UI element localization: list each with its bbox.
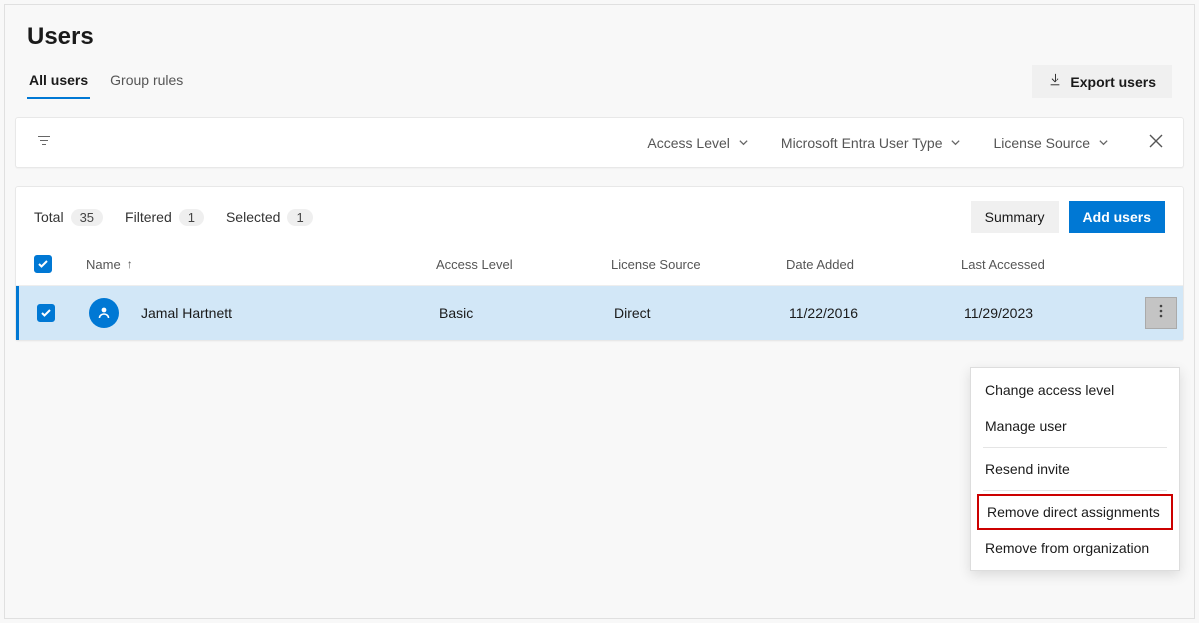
table-header: Name ↑ Access Level License Source Date … (16, 247, 1183, 286)
column-license-source[interactable]: License Source (611, 257, 786, 272)
filter-license-source-label: License Source (993, 135, 1090, 151)
stat-total-label: Total (34, 209, 64, 225)
filter-entra-user-type[interactable]: Microsoft Entra User Type (781, 135, 962, 151)
context-menu: Change access level Manage user Resend i… (970, 367, 1180, 571)
tabs: All users Group rules (27, 66, 185, 98)
filter-entra-label: Microsoft Entra User Type (781, 135, 943, 151)
column-access-level[interactable]: Access Level (436, 257, 611, 272)
tabs-row: All users Group rules Export users (27, 65, 1172, 99)
more-vertical-icon (1159, 304, 1163, 323)
more-actions-button[interactable] (1145, 297, 1177, 329)
filter-icon[interactable] (36, 132, 52, 153)
stat-filtered-count: 1 (179, 209, 204, 226)
menu-change-access-level[interactable]: Change access level (971, 372, 1179, 408)
close-icon[interactable] (1149, 132, 1163, 153)
stat-selected: Selected 1 (226, 209, 313, 226)
menu-separator (983, 490, 1167, 491)
menu-resend-invite[interactable]: Resend invite (971, 451, 1179, 487)
stat-selected-label: Selected (226, 209, 280, 225)
menu-manage-user[interactable]: Manage user (971, 408, 1179, 444)
add-users-button[interactable]: Add users (1069, 201, 1165, 233)
stat-filtered-label: Filtered (125, 209, 172, 225)
column-last-accessed[interactable]: Last Accessed (961, 257, 1125, 272)
menu-remove-direct-assignments[interactable]: Remove direct assignments (977, 494, 1173, 530)
column-name[interactable]: Name ↑ (86, 257, 436, 272)
chevron-down-icon (1098, 135, 1109, 151)
tab-all-users[interactable]: All users (27, 66, 90, 98)
page-title: Users (27, 23, 1184, 51)
avatar (89, 298, 119, 328)
row-name: Jamal Hartnett (141, 305, 232, 321)
chevron-down-icon (950, 135, 961, 151)
stats-row: Total 35 Filtered 1 Selected 1 Summary A… (16, 187, 1183, 247)
column-date-added[interactable]: Date Added (786, 257, 961, 272)
stat-total-count: 35 (71, 209, 103, 226)
filter-access-level[interactable]: Access Level (647, 135, 748, 151)
menu-separator (983, 447, 1167, 448)
row-checkbox[interactable] (37, 304, 55, 322)
stat-filtered: Filtered 1 (125, 209, 204, 226)
stat-selected-count: 1 (287, 209, 312, 226)
tab-group-rules[interactable]: Group rules (108, 66, 185, 98)
summary-button[interactable]: Summary (971, 201, 1059, 233)
column-name-label: Name (86, 257, 121, 272)
filter-access-level-label: Access Level (647, 135, 729, 151)
row-date-added: 11/22/2016 (789, 305, 964, 321)
chevron-down-icon (738, 135, 749, 151)
table-row[interactable]: Jamal Hartnett Basic Direct 11/22/2016 1… (16, 286, 1183, 340)
row-last-accessed: 11/29/2023 (964, 305, 1165, 321)
menu-remove-from-organization[interactable]: Remove from organization (971, 530, 1179, 566)
filter-bar: Access Level Microsoft Entra User Type L… (15, 117, 1184, 168)
users-table: Total 35 Filtered 1 Selected 1 Summary A… (15, 186, 1184, 341)
filter-license-source[interactable]: License Source (993, 135, 1109, 151)
row-access-level: Basic (439, 305, 614, 321)
select-all-checkbox[interactable] (34, 255, 52, 273)
row-license-source: Direct (614, 305, 789, 321)
export-users-button[interactable]: Export users (1032, 65, 1172, 98)
export-users-label: Export users (1070, 74, 1156, 90)
stat-total: Total 35 (34, 209, 103, 226)
download-icon (1048, 73, 1062, 90)
sort-ascending-icon: ↑ (127, 257, 133, 271)
